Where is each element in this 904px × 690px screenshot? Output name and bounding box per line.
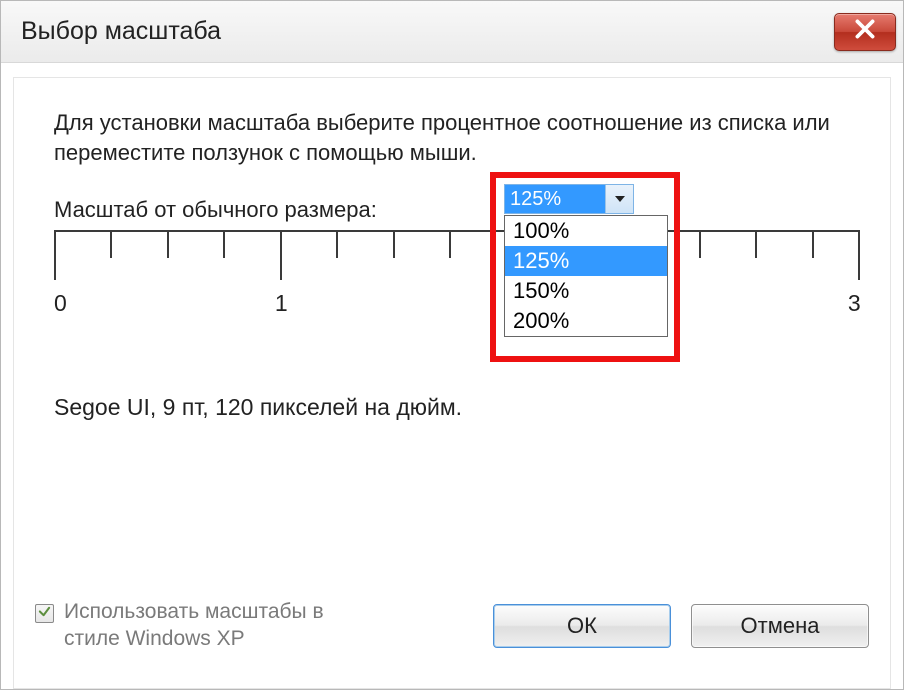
close-icon: [852, 16, 878, 47]
close-button[interactable]: [834, 13, 896, 51]
dialog-footer: Использовать масштабы в стиле Windows XP…: [13, 583, 891, 675]
checkbox-label-line: стиле Windows XP: [64, 626, 324, 653]
ruler-tick-minor: [393, 230, 395, 258]
ruler-tick-major: [858, 230, 860, 280]
scale-combobox-list[interactable]: 100% 125% 150% 200%: [504, 215, 668, 337]
ruler-tick-minor: [167, 230, 169, 258]
ruler-tick-minor: [449, 230, 451, 258]
scale-option[interactable]: 100%: [505, 216, 667, 246]
ruler[interactable]: 0 1 3: [54, 218, 860, 358]
checkbox-label-line: Использовать масштабы в: [64, 599, 324, 626]
ruler-tick-minor: [336, 230, 338, 258]
ruler-tick-minor: [699, 230, 701, 258]
instructions-text: Для установки масштаба выберите процентн…: [54, 108, 860, 167]
scale-option[interactable]: 150%: [505, 276, 667, 306]
checkbox-label: Использовать масштабы в стиле Windows XP: [64, 599, 324, 653]
dropdown-arrow-icon: [605, 185, 633, 213]
button-row: ОК Отмена: [493, 604, 869, 648]
check-icon: [38, 605, 51, 623]
dialog-title: Выбор масштаба: [21, 17, 221, 46]
ruler-baseline: [54, 230, 860, 232]
checkbox-box: [35, 604, 54, 623]
ruler-label: 3: [848, 290, 861, 317]
ok-button[interactable]: ОК: [493, 604, 671, 648]
font-info-text: Segoe UI, 9 пт, 120 пикселей на дюйм.: [54, 394, 462, 421]
ruler-tick-minor: [812, 230, 814, 258]
ruler-tick-major: [280, 230, 282, 280]
ruler-label: 1: [275, 290, 288, 317]
scale-combobox-value: 125%: [505, 185, 605, 213]
ruler-tick-minor: [755, 230, 757, 258]
ruler-tick-minor: [223, 230, 225, 258]
ruler-tick-minor: [110, 230, 112, 258]
scale-option[interactable]: 200%: [505, 306, 667, 336]
scale-option[interactable]: 125%: [505, 246, 667, 276]
dialog-window: Выбор масштаба Для установки масштаба вы…: [0, 0, 904, 690]
titlebar: Выбор масштаба: [1, 1, 903, 63]
cancel-button[interactable]: Отмена: [691, 604, 869, 648]
ruler-label: 0: [54, 290, 67, 317]
scale-combobox[interactable]: 125%: [504, 184, 634, 214]
ruler-tick-major: [54, 230, 56, 280]
xp-style-checkbox[interactable]: Использовать масштабы в стиле Windows XP: [35, 599, 324, 653]
